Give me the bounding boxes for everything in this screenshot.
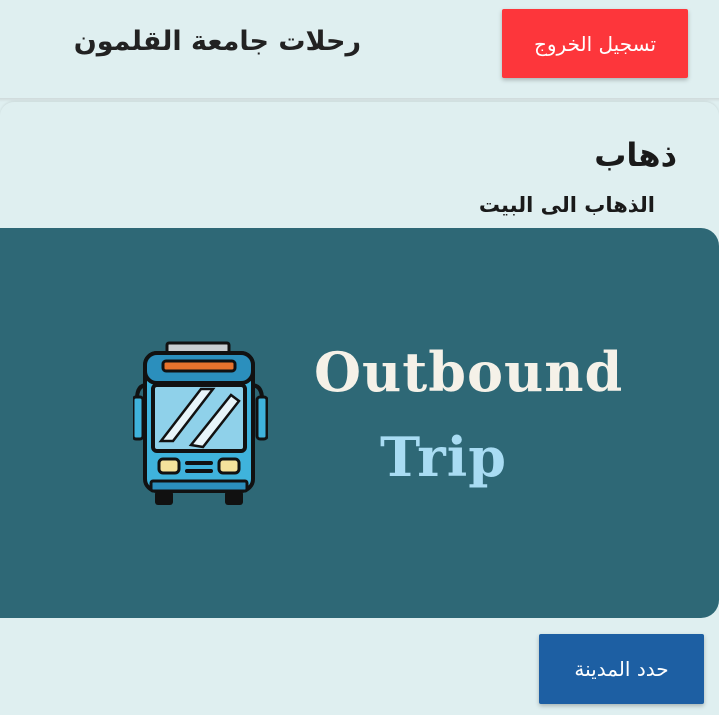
page-title: رحلات جامعة القلمون <box>73 26 361 57</box>
trip-card-subtitle: الذهاب الى البيت <box>478 193 655 217</box>
trip-banner-image: Outbound Trip <box>0 228 719 618</box>
banner-title-line-1: Outbound <box>314 340 624 404</box>
bus-icon <box>133 341 268 505</box>
banner-title-line-2: Trip <box>380 425 507 489</box>
select-city-button[interactable]: حدد المدينة <box>539 634 704 704</box>
trip-card-title: ذهاب <box>594 136 677 174</box>
logout-button[interactable]: تسجيل الخروج <box>502 9 688 78</box>
app-header: رحلات جامعة القلمون تسجيل الخروج <box>0 0 719 98</box>
